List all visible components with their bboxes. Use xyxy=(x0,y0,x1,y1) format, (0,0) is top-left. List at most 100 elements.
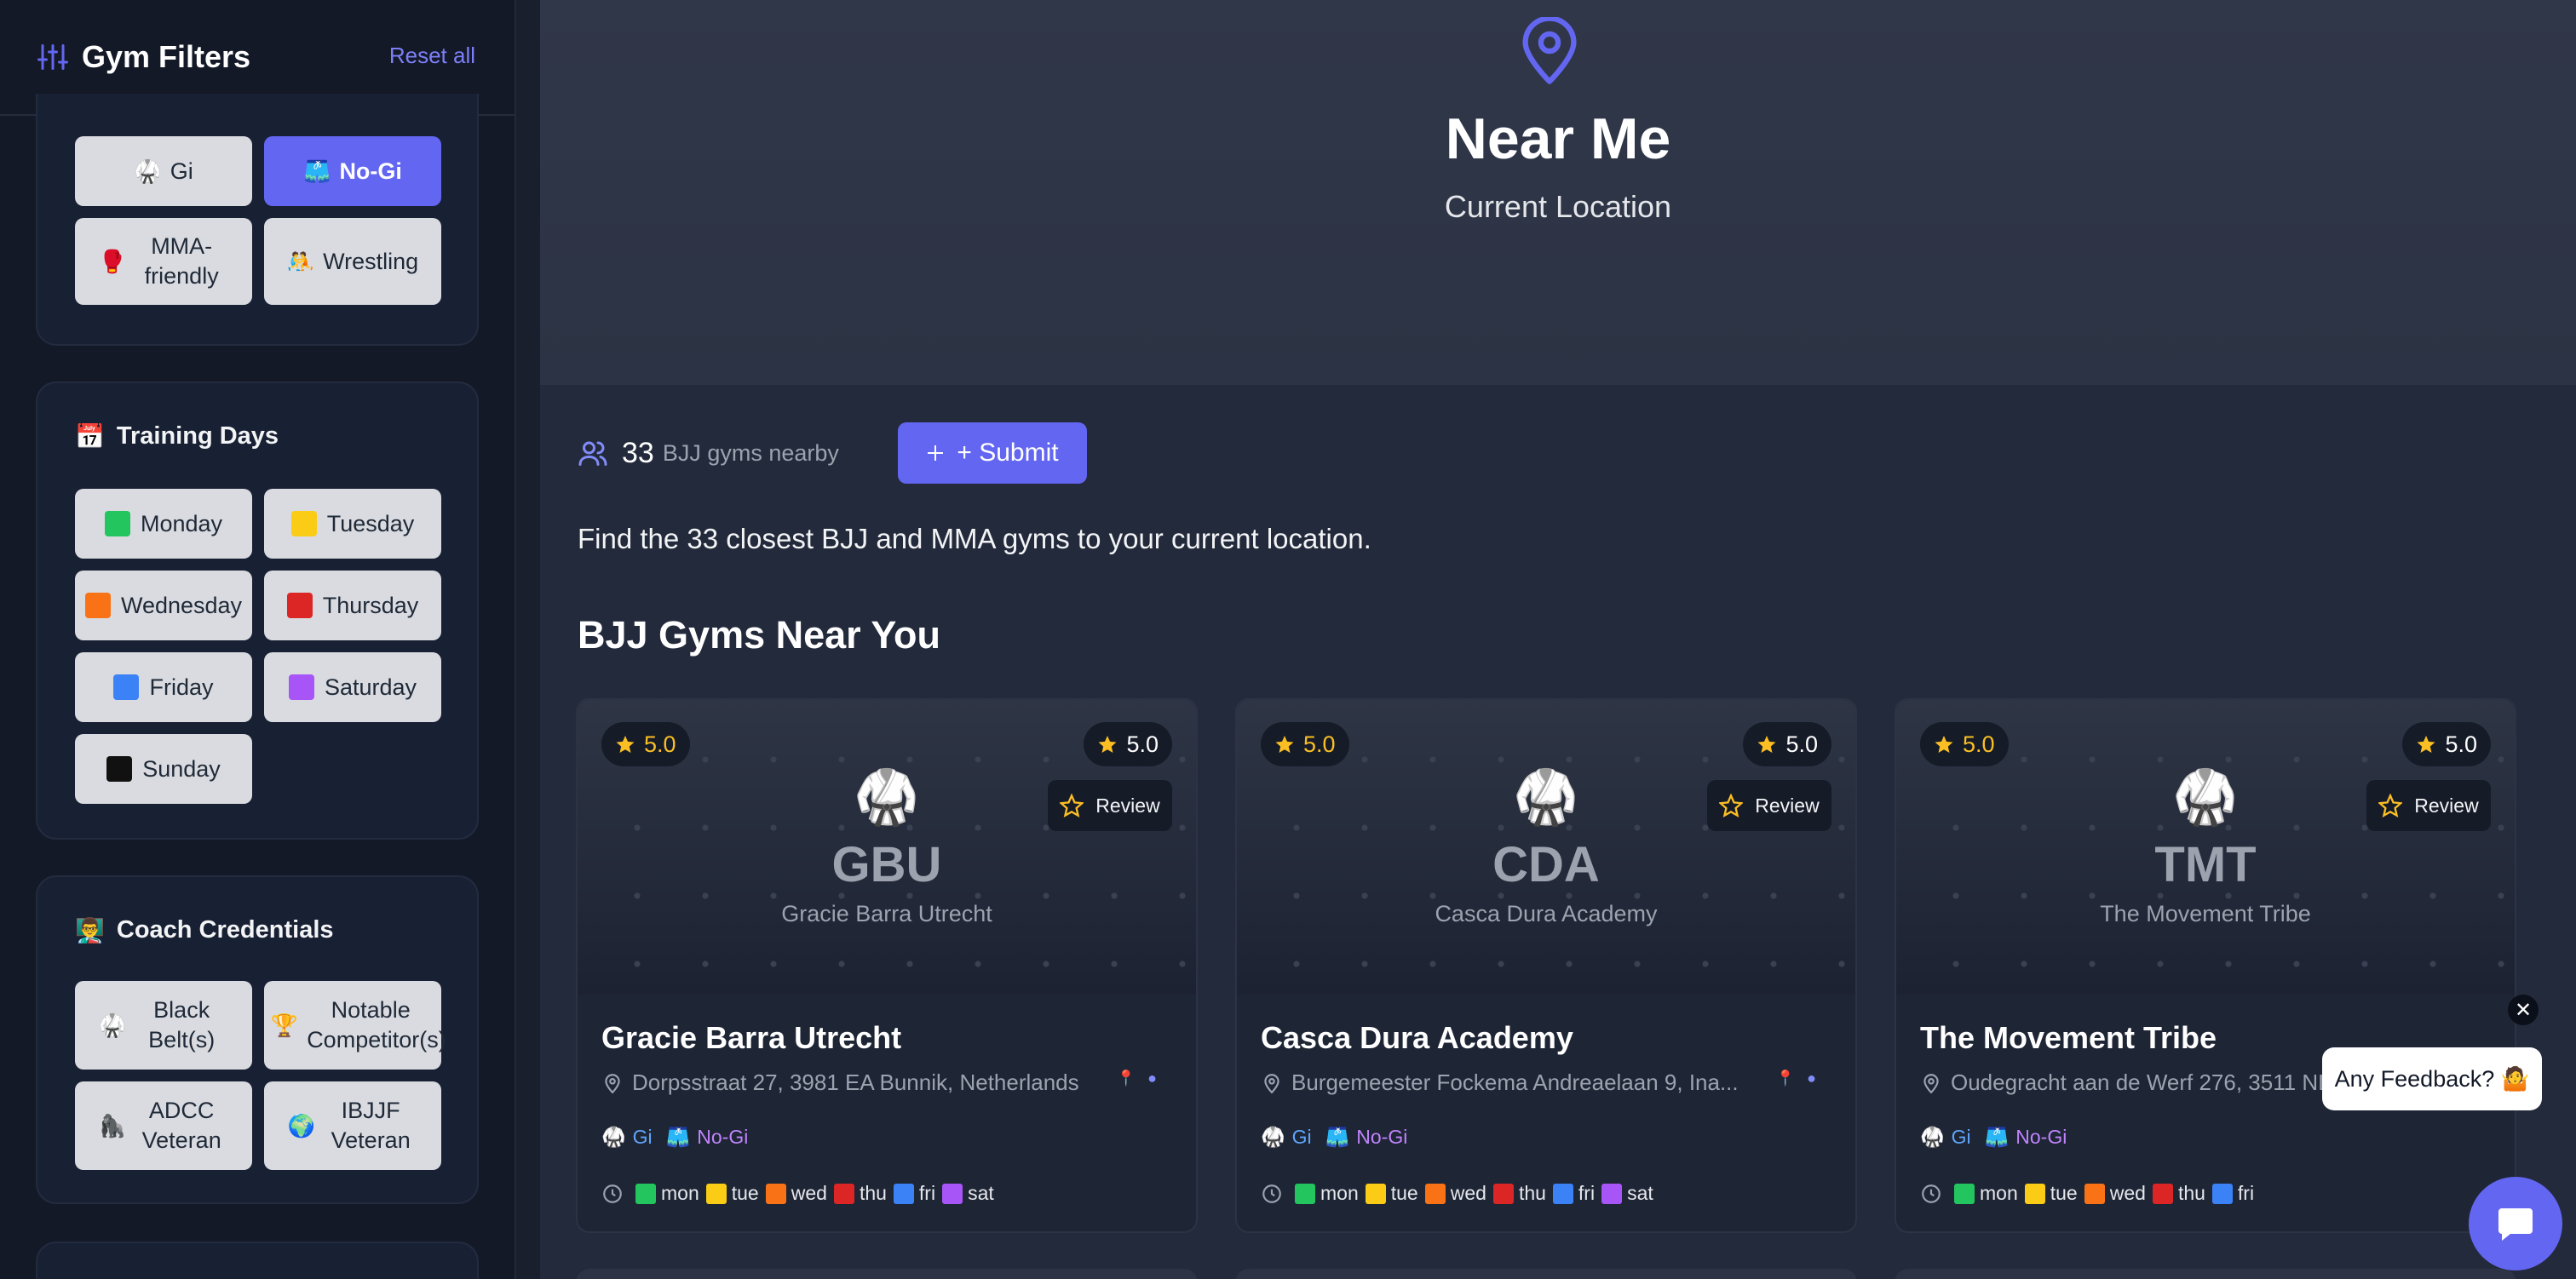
chat-button[interactable] xyxy=(2469,1177,2562,1270)
feedback-prompt[interactable]: Any Feedback? 🤷 xyxy=(2322,1047,2542,1110)
gym-name[interactable]: Casca Dura Academy xyxy=(1261,1020,1573,1056)
chip-label: Gi xyxy=(170,158,193,184)
intro-text: Find the 33 closest BJJ and MMA gyms to … xyxy=(578,523,1371,554)
clock-icon xyxy=(1262,1184,1281,1203)
gi-icon: 🥋 xyxy=(1513,768,1579,827)
rating-badge: 5.0 xyxy=(1084,722,1172,766)
rating-badge: 5.0 xyxy=(1261,722,1349,766)
chip-notable-competitors[interactable]: 🏆 Notable Competitor(s) xyxy=(264,981,446,1070)
gym-abbreviation: TMT xyxy=(2154,837,2257,892)
star-icon xyxy=(2417,736,2435,753)
chip-gi[interactable]: 🥋 Gi xyxy=(75,136,252,206)
star-icon xyxy=(1098,736,1117,753)
gi-icon: 🥋 xyxy=(601,1126,626,1148)
location-icon xyxy=(1264,1073,1279,1093)
chip-wrestling[interactable]: 🤼 Wrestling xyxy=(264,218,441,305)
gym-name[interactable]: Gracie Barra Utrecht xyxy=(601,1020,901,1056)
map-pin-icon xyxy=(1522,17,1577,84)
sliders-icon xyxy=(37,44,68,70)
coach-credentials-title: 👨‍🏫 Coach Credentials xyxy=(75,916,334,943)
trophy-icon: 🏆 xyxy=(270,1012,299,1038)
clock-icon xyxy=(603,1184,622,1203)
boxing-glove-icon: 🥊 xyxy=(98,248,127,274)
day-chip-friday[interactable]: Friday xyxy=(75,652,252,722)
training-days-title: 📅 Training Days xyxy=(75,422,279,450)
next-filter-group xyxy=(36,1242,479,1279)
day-color-swatch xyxy=(113,674,140,700)
gym-card[interactable]: 5.0 5.0 Review 🥋 TMT The Movement Tribe … xyxy=(1895,698,2516,1233)
feedback-close-button[interactable]: ✕ xyxy=(2508,995,2539,1025)
map-pin-icon: 📍 ● xyxy=(1775,1070,1816,1087)
gym-card[interactable]: 5.0 5.0 Review 🥋 GBU Gracie Barra Utrech… xyxy=(576,698,1198,1233)
day-chip-wednesday[interactable]: Wednesday xyxy=(75,571,252,640)
chip-label: MMA-friendly xyxy=(144,233,219,289)
star-icon xyxy=(1275,736,1294,753)
gym-card[interactable] xyxy=(1235,1269,1857,1279)
day-color-swatch xyxy=(288,674,314,700)
day-chip-tuesday[interactable]: Tuesday xyxy=(264,489,441,559)
gi-icon: 🥋 xyxy=(134,158,162,184)
gi-icon: 🥋 xyxy=(854,768,920,827)
day-color-swatch xyxy=(290,511,317,536)
clock-icon xyxy=(1922,1184,1941,1203)
location-icon xyxy=(605,1073,620,1093)
day-color-swatch xyxy=(286,593,313,618)
training-days-group: 📅 Training Days Monday Tuesday Wednesday… xyxy=(36,381,479,840)
schedule-days: mon tue wed thu fri sat xyxy=(1261,1182,1660,1205)
gym-address: Burgemeester Fockema Andreaelaan 9, Ina.… xyxy=(1261,1070,1840,1096)
gi-icon: 🥋 xyxy=(1261,1126,1285,1148)
rating-badge: 5.0 xyxy=(1743,722,1831,766)
day-color-swatch xyxy=(106,756,133,782)
chip-ibjjf-veteran[interactable]: 🌍 IBJJF Veteran xyxy=(264,1081,441,1170)
day-color-swatch xyxy=(104,511,130,536)
shorts-icon: 🩳 xyxy=(665,1126,691,1148)
plus-icon xyxy=(928,445,944,461)
gym-abbreviation: GBU xyxy=(831,837,942,892)
teacher-icon: 👨‍🏫 xyxy=(75,917,105,943)
sidebar-title: Gym Filters xyxy=(82,39,251,74)
gym-abbreviation: CDA xyxy=(1492,837,1600,892)
day-chip-saturday[interactable]: Saturday xyxy=(264,652,441,722)
wrestling-icon: 🤼 xyxy=(286,248,315,274)
reset-all-link[interactable]: Reset all xyxy=(389,43,475,69)
gym-address: Dorpsstraat 27, 3981 EA Bunnik, Netherla… xyxy=(601,1070,1181,1096)
chip-adcc-veteran[interactable]: 🦍 ADCC Veteran xyxy=(75,1081,252,1170)
page-subtitle: Current Location xyxy=(1444,189,1672,224)
hero-banner: Near Me Current Location xyxy=(540,0,2576,385)
gi-icon: 🥋 xyxy=(2172,768,2239,827)
day-chip-monday[interactable]: Monday xyxy=(75,489,252,559)
shorts-icon: 🩳 xyxy=(1325,1126,1350,1148)
chip-label: No-Gi xyxy=(339,158,402,184)
chip-label: Wrestling xyxy=(323,248,419,274)
gym-name[interactable]: The Movement Tribe xyxy=(1920,1020,2217,1056)
day-chip-sunday[interactable]: Sunday xyxy=(75,734,252,804)
page-title: Near Me xyxy=(1445,106,1671,171)
chip-no-gi[interactable]: 🩳 No-Gi xyxy=(264,136,441,206)
gym-count: 33 xyxy=(622,436,654,469)
gym-card[interactable] xyxy=(1895,1269,2516,1279)
style-filter-group: 🥋 Gi 🩳 No-Gi 🥊 MMA-friendly 🤼 Wrestling xyxy=(36,94,479,346)
gym-card[interactable] xyxy=(576,1269,1198,1279)
chip-black-belts[interactable]: 🥋 Black Belt(s) xyxy=(75,981,252,1070)
chip-mma-friendly[interactable]: 🥊 MMA-friendly xyxy=(75,218,252,305)
day-color-swatch xyxy=(84,593,111,618)
gym-count-label: BJJ gyms nearby xyxy=(662,439,839,466)
star-icon xyxy=(1757,736,1776,753)
banner-gym-name: Gracie Barra Utrecht xyxy=(781,901,992,926)
map-pin-icon: 📍 ● xyxy=(1116,1070,1157,1087)
schedule-days: mon tue wed thu fri sat xyxy=(601,1182,1001,1205)
style-tags: 🥋 Gi 🩳 No-Gi xyxy=(1920,1126,2067,1148)
gym-card[interactable]: 5.0 5.0 Review 🥋 CDA Casca Dura Academy … xyxy=(1235,698,1857,1233)
rating-badge: 5.0 xyxy=(2402,722,2491,766)
chat-icon xyxy=(2498,1208,2533,1241)
submit-gym-button[interactable]: + Submit xyxy=(898,422,1087,484)
style-tags: 🥋 Gi 🩳 No-Gi xyxy=(1261,1126,1408,1148)
schedule-days: mon tue wed thu fri xyxy=(1920,1182,2261,1205)
style-tags: 🥋 Gi 🩳 No-Gi xyxy=(601,1126,749,1148)
rating-badge: 5.0 xyxy=(1920,722,2009,766)
section-title: BJJ Gyms Near You xyxy=(578,613,941,657)
shorts-icon: 🩳 xyxy=(303,158,331,184)
day-chip-thursday[interactable]: Thursday xyxy=(264,571,441,640)
star-icon xyxy=(1935,736,1953,753)
coach-credentials-group: 👨‍🏫 Coach Credentials 🥋 Black Belt(s) 🏆 … xyxy=(36,875,479,1204)
